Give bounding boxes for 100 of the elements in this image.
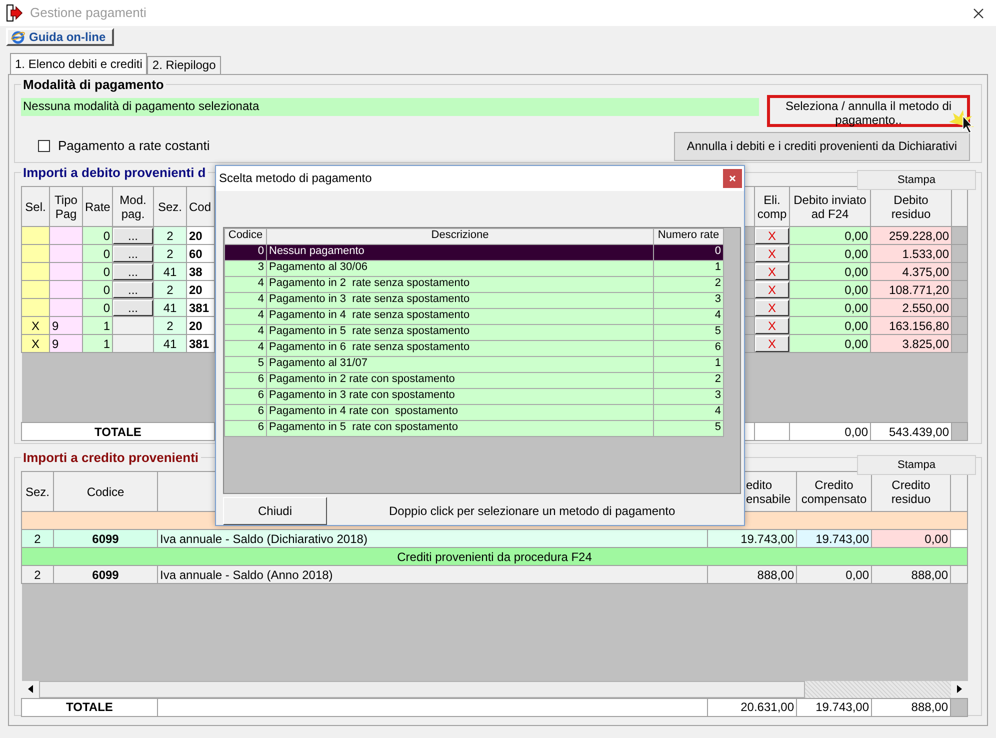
table-cell: 9	[50, 316, 82, 335]
table-cell: 0,00	[796, 566, 872, 584]
column-header: Sez.	[22, 472, 54, 512]
table-cell: 19.743,00	[796, 698, 872, 716]
table-cell: 0	[82, 298, 112, 317]
right-arrow-icon[interactable]	[956, 685, 962, 694]
help-button[interactable]: Guida on-line	[6, 28, 114, 46]
column-header: Codice	[224, 228, 266, 244]
table-cell	[50, 244, 82, 263]
table-cell: 0	[82, 262, 112, 281]
table-cell: 41	[154, 298, 186, 317]
table-cell: 2	[22, 530, 54, 548]
table-cell: X	[22, 334, 50, 353]
print-button[interactable]: Stampa	[857, 170, 976, 190]
tab[interactable]: 2. Riepilogo	[147, 56, 221, 74]
payment-mode-button[interactable]: ...	[114, 300, 152, 316]
table-cell: 259.228,00	[870, 226, 952, 245]
table-cell: 0,00	[790, 316, 870, 335]
delete-button[interactable]: X	[756, 246, 788, 262]
table-cell: 20	[186, 316, 214, 335]
section-title: Importi a credito provenienti	[22, 450, 200, 466]
table-cell: 163.156,80	[870, 316, 952, 335]
table-cell: 2	[154, 226, 186, 245]
table-cell: 6099	[54, 530, 158, 548]
checkbox[interactable]	[38, 140, 50, 152]
exit-door-icon	[6, 4, 24, 22]
table-cell: 888,00	[708, 566, 796, 584]
tab[interactable]: 1. Elenco debiti e crediti	[10, 53, 148, 74]
group-row: Crediti provenienti da procedura F24	[22, 548, 968, 566]
payment-mode-button[interactable]: ...	[114, 282, 152, 298]
close-button[interactable]	[723, 168, 742, 188]
table-cell	[50, 262, 82, 281]
column-header: Descrizione	[266, 228, 654, 244]
column-header: Credito compensato	[796, 472, 872, 512]
table-cell: 60	[186, 244, 214, 263]
table-cell: 0,00	[872, 530, 950, 548]
table-cell: 4.375,00	[870, 262, 952, 281]
table-cell: 38	[186, 262, 214, 281]
payment-mode-button[interactable]: ...	[114, 246, 152, 262]
table-cell: 0,00	[790, 280, 870, 299]
table-cell	[22, 226, 50, 245]
close-button[interactable]: Chiudi	[223, 497, 327, 525]
delete-button[interactable]: X	[756, 300, 788, 316]
table-cell: 381	[186, 298, 214, 317]
status-field: Nessuna modalità di pagamento selezionata	[21, 98, 759, 116]
checkbox-label: Pagamento a rate costanti	[58, 138, 210, 154]
dialog-title: Scelta metodo di pagamento	[219, 171, 372, 186]
table-cell: 1.533,00	[870, 244, 952, 263]
delete-button[interactable]: X	[756, 264, 788, 280]
select-method-button[interactable]: Seleziona / annulla il metodo di pagamento..	[767, 95, 970, 128]
table-cell	[50, 226, 82, 245]
table-cell: 0,00	[790, 298, 870, 317]
section-title: Importi a debito provenienti d	[22, 165, 207, 180]
column-header: Sez.	[154, 186, 186, 227]
delete-button[interactable]: X	[756, 228, 788, 244]
table-cell: 2	[22, 566, 54, 584]
table-cell: 20	[186, 226, 214, 245]
table-cell	[22, 262, 50, 281]
table-cell	[50, 298, 82, 317]
payment-mode-button[interactable]: ...	[114, 228, 152, 244]
delete-button[interactable]: X	[756, 336, 788, 352]
table-cell: 543.439,00	[870, 422, 952, 441]
table-cell: 0	[82, 226, 112, 245]
column-header: Sel.	[22, 186, 50, 227]
left-arrow-icon[interactable]	[28, 685, 32, 694]
table-cell: 0	[82, 244, 112, 263]
table-cell: Iva annuale - Saldo (Anno 2018)	[158, 566, 708, 584]
table-cell: 0,00	[790, 334, 870, 353]
table-cell: 2	[154, 280, 186, 299]
window-title: Gestione pagamenti	[30, 5, 146, 21]
table-cell: 20	[186, 280, 214, 299]
table-cell: 0	[82, 280, 112, 299]
table-cell	[22, 244, 50, 263]
table-cell: 2	[154, 316, 186, 335]
scrollbar-thumb[interactable]	[38, 680, 805, 698]
column-header: Debito inviato ad F24	[790, 186, 870, 227]
column-header: Rate	[82, 186, 112, 227]
table-cell: 0,00	[790, 262, 870, 281]
delete-button[interactable]: X	[756, 318, 788, 334]
print-button[interactable]: Stampa	[857, 455, 976, 476]
table-cell: 19.743,00	[796, 530, 872, 548]
column-header: Tipo Pag	[50, 186, 82, 227]
table-cell: 41	[154, 262, 186, 281]
table-cell: 1	[82, 334, 112, 353]
browser-icon	[11, 30, 25, 44]
table-cell: 0,00	[790, 422, 870, 441]
table-cell	[112, 334, 154, 353]
close-icon[interactable]	[973, 8, 984, 18]
table-cell: 2.550,00	[870, 298, 952, 317]
cancel-button[interactable]: Annulla i debiti e i crediti provenienti da Dichiarativi	[674, 132, 970, 161]
column-header: Numero rate	[654, 228, 724, 244]
delete-button[interactable]: X	[756, 282, 788, 298]
column-header: Cod	[186, 186, 214, 227]
table-cell: Iva annuale - Saldo (Dichiarativo 2018)	[158, 530, 708, 548]
table-cell: 1	[82, 316, 112, 335]
table-cell: 20.631,00	[708, 698, 796, 716]
table-cell: 888,00	[872, 566, 950, 584]
payment-mode-button[interactable]: ...	[114, 264, 152, 280]
table-cell: 9	[50, 334, 82, 353]
table-cell: TOTALE	[22, 698, 158, 716]
